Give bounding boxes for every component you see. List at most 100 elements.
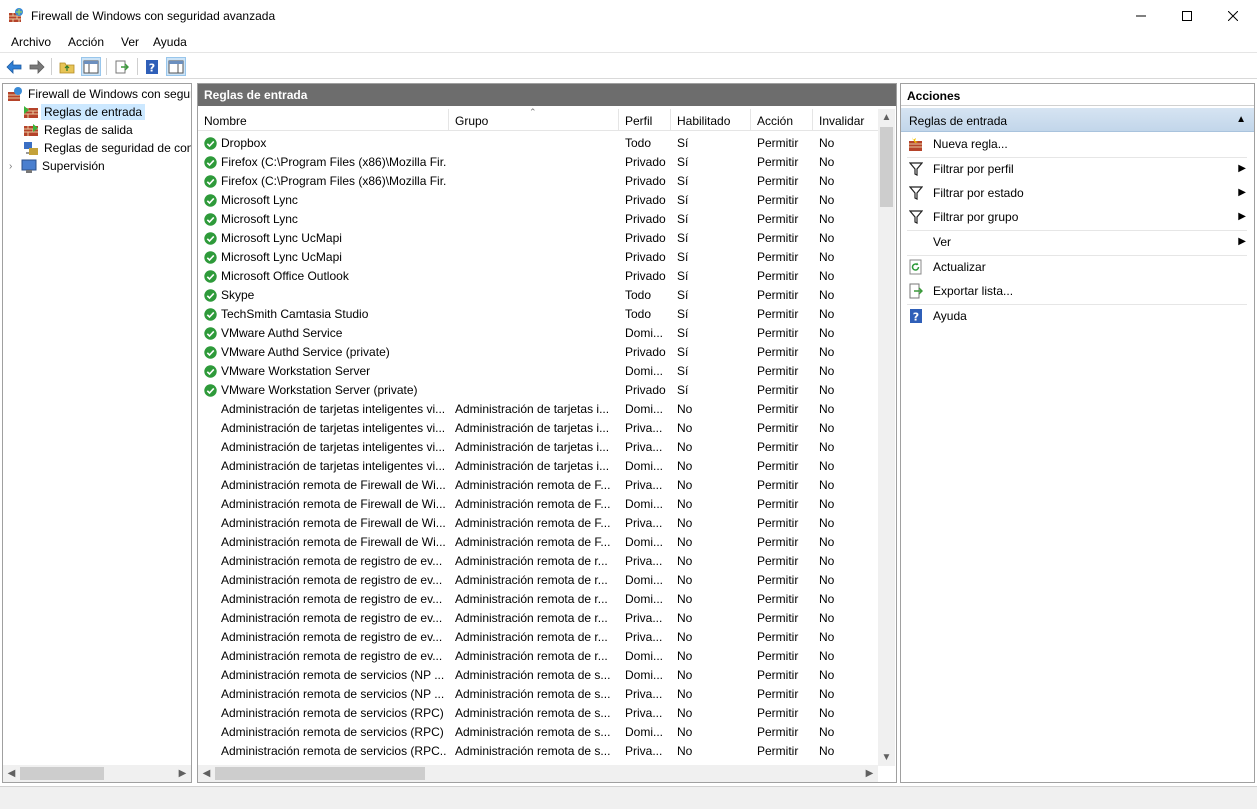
cell-enabled-text: No bbox=[677, 744, 693, 758]
expand-chevron-icon[interactable]: › bbox=[9, 161, 21, 172]
show-hide-action-pane-button[interactable] bbox=[166, 57, 186, 76]
action-ver[interactable]: Ver ▶ bbox=[901, 230, 1254, 254]
table-row[interactable]: Firefox (C:\Program Files (x86)\Mozilla … bbox=[198, 153, 878, 172]
actions-section-header[interactable]: Reglas de entrada ▲ bbox=[901, 108, 1254, 132]
close-button[interactable] bbox=[1210, 0, 1256, 31]
show-hide-tree-button[interactable] bbox=[81, 57, 101, 76]
action-filtrar-grupo[interactable]: Filtrar por grupo ▶ bbox=[901, 205, 1254, 229]
action-actualizar[interactable]: Actualizar bbox=[901, 255, 1254, 279]
table-row[interactable]: Skype Todo Sí Permitir No bbox=[198, 286, 878, 305]
cell-profile: Priva... bbox=[625, 421, 663, 435]
action-filtrar-estado[interactable]: Filtrar por estado ▶ bbox=[901, 181, 1254, 205]
help-button[interactable]: ? bbox=[142, 57, 162, 76]
cell-profile: Privado bbox=[625, 174, 666, 188]
table-row[interactable]: Administración de tarjetas inteligentes … bbox=[198, 419, 878, 438]
table-row[interactable]: Administración remota de registro de ev.… bbox=[198, 552, 878, 571]
cell-action: Permitir bbox=[757, 250, 799, 264]
table-row[interactable]: VMware Workstation Server (private) Priva… bbox=[198, 381, 878, 400]
table-row[interactable]: Dropbox Todo Sí Permitir No bbox=[198, 134, 878, 153]
table-row[interactable]: Administración remota de servicios (RPC)… bbox=[198, 704, 878, 723]
table-row[interactable]: TechSmith Camtasia Studio Todo Sí Permitir N… bbox=[198, 305, 878, 324]
back-button[interactable] bbox=[4, 57, 24, 76]
tree-item-supervision[interactable]: › Supervisión bbox=[9, 157, 108, 175]
up-folder-button[interactable] bbox=[57, 57, 77, 76]
action-icon-placeholder bbox=[908, 234, 924, 250]
export-list-button[interactable] bbox=[112, 57, 132, 76]
table-row[interactable]: Administración de tarjetas inteligentes … bbox=[198, 400, 878, 419]
table-row[interactable]: Administración remota de servicios (RPC)… bbox=[198, 723, 878, 742]
table-row[interactable]: Microsoft Office Outlook Privado Sí Permiti… bbox=[198, 267, 878, 286]
table-row[interactable]: Microsoft Lync Privado Sí Permitir No bbox=[198, 191, 878, 210]
tree-root-firewall[interactable]: Firewall de Windows con segur bbox=[7, 85, 191, 103]
column-header-accion[interactable]: Acción bbox=[751, 109, 813, 131]
table-row[interactable]: Microsoft Lync UcMapi Privado Sí Permitir No bbox=[198, 248, 878, 267]
cell-action: Permitir bbox=[757, 516, 799, 530]
menu-ayuda[interactable]: Ayuda bbox=[153, 35, 187, 49]
menu-accion[interactable]: Acción bbox=[68, 35, 104, 49]
cell-enabled-text: No bbox=[677, 535, 693, 549]
minimize-button[interactable] bbox=[1118, 0, 1164, 31]
table-row[interactable]: Administración remota de Firewall de Wi.… bbox=[198, 476, 878, 495]
cell-override: No bbox=[819, 174, 835, 188]
console-tree-icon bbox=[83, 60, 99, 73]
table-row[interactable]: Administración remota de servicios (RPC.… bbox=[198, 742, 878, 761]
scroll-thumb[interactable] bbox=[20, 767, 104, 780]
tree-item-reglas-entrada[interactable]: Reglas de entrada bbox=[23, 103, 146, 121]
cell-enabled-text: No bbox=[677, 421, 693, 435]
cell-group: Administración remota de F... bbox=[455, 535, 611, 549]
tree-item-reglas-salida[interactable]: Reglas de salida bbox=[23, 121, 136, 139]
scroll-thumb[interactable] bbox=[215, 767, 425, 780]
scroll-up-icon[interactable]: ▲ bbox=[878, 109, 895, 126]
menu-archivo[interactable]: Archivo bbox=[11, 35, 51, 49]
column-header-perfil[interactable]: Perfil bbox=[619, 109, 671, 131]
column-header-nombre[interactable]: Nombre bbox=[198, 109, 449, 131]
column-header-grupo[interactable]: Grupo ⌃ bbox=[449, 107, 619, 131]
table-row[interactable]: Administración remota de Firewall de Wi.… bbox=[198, 495, 878, 514]
rules-horizontal-scrollbar[interactable]: ◀ ▶ bbox=[198, 765, 878, 782]
scroll-thumb[interactable] bbox=[880, 127, 893, 207]
column-header-invalidar[interactable]: Invalidar bbox=[813, 109, 878, 131]
cell-action: Permitir bbox=[757, 725, 799, 739]
collapse-caret-icon[interactable]: ▲ bbox=[1236, 114, 1246, 125]
inbound-rules-icon bbox=[24, 106, 38, 118]
table-row[interactable]: Administración remota de registro de ev.… bbox=[198, 590, 878, 609]
table-row[interactable]: Administración remota de Firewall de Wi.… bbox=[198, 514, 878, 533]
tree-item-reglas-seguridad[interactable]: Reglas de seguridad de con bbox=[23, 139, 191, 157]
maximize-button[interactable] bbox=[1164, 0, 1210, 31]
rules-vertical-scrollbar[interactable]: ▲ ▼ bbox=[878, 109, 895, 766]
table-row[interactable]: Administración de tarjetas inteligentes … bbox=[198, 457, 878, 476]
scroll-left-icon[interactable]: ◀ bbox=[198, 765, 215, 782]
forward-button[interactable] bbox=[27, 57, 47, 76]
action-filtrar-perfil[interactable]: Filtrar por perfil ▶ bbox=[901, 157, 1254, 181]
table-row[interactable]: Administración remota de registro de ev.… bbox=[198, 609, 878, 628]
table-row[interactable]: Administración remota de registro de ev.… bbox=[198, 647, 878, 666]
table-row[interactable]: Administración remota de Firewall de Wi.… bbox=[198, 533, 878, 552]
menu-ver[interactable]: Ver bbox=[121, 35, 139, 49]
table-row[interactable]: Administración remota de servicios (NP .… bbox=[198, 666, 878, 685]
action-exportar-lista[interactable]: Exportar lista... bbox=[901, 279, 1254, 303]
action-nueva-regla[interactable]: Nueva regla... bbox=[901, 132, 1254, 156]
table-row[interactable]: VMware Authd Service (private) Privado Sí P… bbox=[198, 343, 878, 362]
enabled-check-icon bbox=[204, 346, 217, 359]
table-row[interactable]: Firefox (C:\Program Files (x86)\Mozilla … bbox=[198, 172, 878, 191]
table-row[interactable]: Administración remota de registro de ev.… bbox=[198, 571, 878, 590]
scroll-right-icon[interactable]: ▶ bbox=[174, 765, 191, 782]
cell-name: Administración de tarjetas inteligentes … bbox=[221, 402, 446, 416]
column-header-habilitado[interactable]: Habilitado bbox=[671, 109, 751, 131]
action-ayuda[interactable]: ? Ayuda bbox=[901, 304, 1254, 328]
table-row[interactable]: Administración de tarjetas inteligentes … bbox=[198, 438, 878, 457]
cell-profile: Todo bbox=[625, 136, 652, 150]
cell-override: No bbox=[819, 573, 835, 587]
table-row[interactable]: VMware Authd Service Domi... Sí Permitir No bbox=[198, 324, 878, 343]
scroll-right-icon[interactable]: ▶ bbox=[861, 765, 878, 782]
tree-horizontal-scrollbar[interactable]: ◀ ▶ bbox=[3, 765, 191, 782]
table-row[interactable]: Administración remota de servicios (NP .… bbox=[198, 685, 878, 704]
scroll-down-icon[interactable]: ▼ bbox=[878, 749, 895, 766]
table-row[interactable]: Microsoft Lync UcMapi Privado Sí Permitir No bbox=[198, 229, 878, 248]
table-row[interactable]: Microsoft Lync Privado Sí Permitir No bbox=[198, 210, 878, 229]
scroll-left-icon[interactable]: ◀ bbox=[3, 765, 20, 782]
cell-name: Administración remota de registro de ev.… bbox=[221, 649, 443, 663]
table-row[interactable]: Administración remota de registro de ev.… bbox=[198, 628, 878, 647]
cell-group: Administración remota de r... bbox=[455, 554, 608, 568]
table-row[interactable]: VMware Workstation Server Domi... Sí Permit… bbox=[198, 362, 878, 381]
